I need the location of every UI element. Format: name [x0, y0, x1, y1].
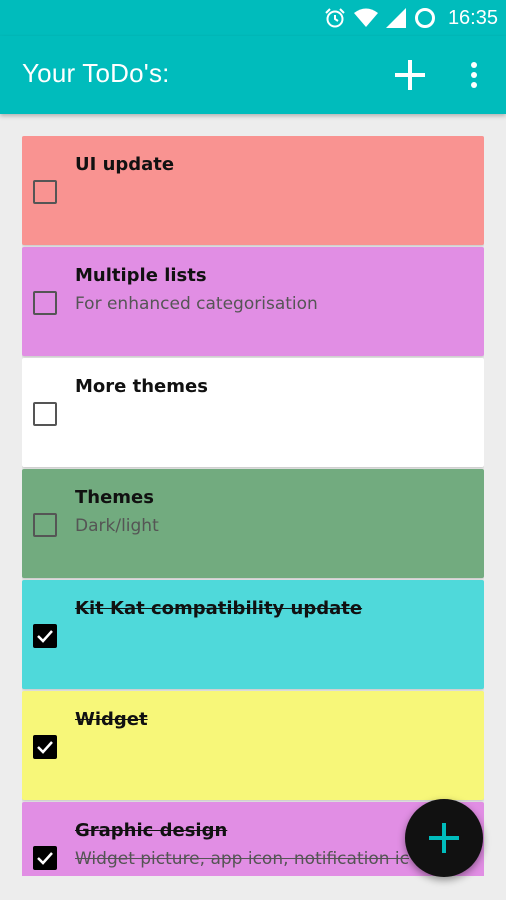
todo-subtitle: Dark/light: [75, 516, 159, 536]
todo-checkbox[interactable]: [33, 291, 57, 315]
todo-card[interactable]: UI update: [22, 136, 484, 245]
alarm-icon: [324, 7, 346, 29]
checkmark-icon: [37, 741, 53, 754]
todo-card[interactable]: Kit Kat compatibility update: [22, 580, 484, 689]
todo-title: Themes: [75, 487, 154, 508]
cell-signal-icon: [385, 8, 406, 28]
checkmark-icon: [37, 630, 53, 643]
todo-title: Widget: [75, 709, 148, 730]
todo-title: Graphic design: [75, 820, 228, 841]
todo-card[interactable]: Themes Dark/light: [22, 469, 484, 578]
todo-title: Kit Kat compatibility update: [75, 598, 363, 619]
app-bar: Your ToDo's:: [0, 36, 506, 114]
status-bar: 16:35: [0, 0, 506, 36]
todo-subtitle: For enhanced categorisation: [75, 294, 318, 314]
todo-card[interactable]: More themes: [22, 358, 484, 467]
add-icon: [395, 60, 425, 90]
todo-checkbox[interactable]: [33, 846, 57, 870]
app-title: Your ToDo's:: [22, 58, 170, 88]
add-icon: [429, 823, 459, 853]
todo-checkbox[interactable]: [33, 180, 57, 204]
todo-checkbox[interactable]: [33, 402, 57, 426]
todo-title: UI update: [75, 154, 175, 175]
more-vert-icon: [471, 62, 477, 88]
add-todo-button[interactable]: [392, 57, 428, 93]
todo-card[interactable]: Widget: [22, 691, 484, 800]
todo-checkbox[interactable]: [33, 735, 57, 759]
todo-list: UI update Multiple lists For enhanced cate…: [22, 136, 484, 876]
wifi-icon: [353, 8, 378, 28]
todo-subtitle: Widget picture, app icon, notification i…: [75, 849, 409, 869]
todo-title: More themes: [75, 376, 208, 397]
sync-circle-icon: [414, 7, 436, 29]
todo-checkbox[interactable]: [33, 624, 57, 648]
checkmark-icon: [37, 852, 53, 865]
todo-checkbox[interactable]: [33, 513, 57, 537]
todo-card[interactable]: Multiple lists For enhanced categorisatio…: [22, 247, 484, 356]
fab-add-button[interactable]: [405, 799, 483, 877]
status-time: 16:35: [447, 6, 498, 29]
todo-title: Multiple lists: [75, 265, 207, 286]
overflow-menu-button[interactable]: [462, 57, 486, 93]
